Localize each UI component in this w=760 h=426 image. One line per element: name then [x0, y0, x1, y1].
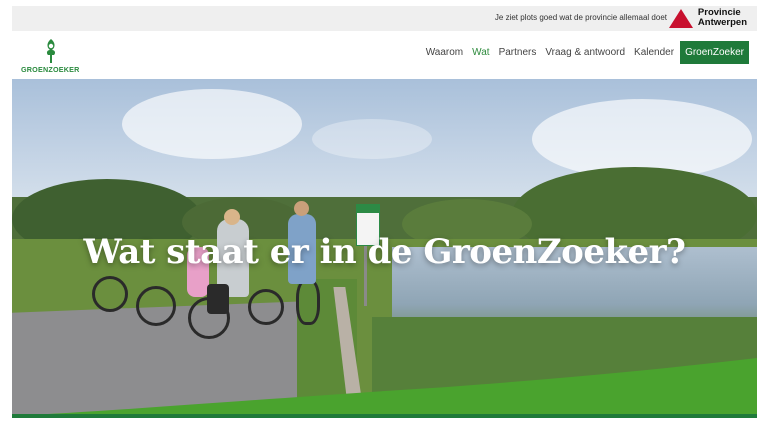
bike-wheel	[92, 276, 128, 312]
province-name-line2: Antwerpen	[697, 17, 747, 28]
bike-wheel	[248, 289, 284, 325]
nav-item-partners[interactable]: Partners	[499, 47, 537, 58]
province-triangle-icon	[668, 8, 693, 28]
groenzoeker-logo[interactable]: GROENZOEKER	[21, 38, 81, 78]
nav-item-waarom[interactable]: Waarom	[426, 47, 463, 58]
cyclist-head	[294, 201, 309, 216]
logo-wordmark: GROENZOEKER	[21, 65, 80, 74]
green-wave-divider	[12, 358, 757, 418]
province-notice: Je ziet plots goed wat de provincie alle…	[494, 13, 667, 22]
cloud-shape	[312, 119, 432, 159]
bike-pannier	[207, 284, 229, 314]
leaf-pin-icon	[46, 39, 56, 63]
nav-item-kalender[interactable]: Kalender	[634, 47, 674, 58]
top-utility-bar: Je ziet plots goed wat de provincie alle…	[12, 6, 757, 31]
nav-menu: Waarom Wat Partners Vraag & antwoord Kal…	[417, 41, 749, 64]
cyclist-head	[224, 209, 240, 225]
sign-header	[357, 205, 379, 213]
hero-title: Wat staat er in de GroenZoeker?	[83, 232, 686, 272]
bike-wheel	[136, 286, 176, 326]
nav-item-wat[interactable]: Wat	[472, 47, 489, 58]
hero-banner: Wat staat er in de GroenZoeker?	[12, 79, 757, 418]
groenzoeker-cta-button[interactable]: GroenZoeker	[680, 41, 749, 64]
main-navigation: GROENZOEKER Waarom Wat Partners Vraag & …	[12, 31, 757, 79]
bike-wheel	[296, 279, 320, 325]
province-name: Provincie Antwerpen	[698, 8, 747, 28]
province-antwerpen-logo[interactable]: Provincie Antwerpen	[668, 8, 747, 28]
page-frame: Je ziet plots goed wat de provincie alle…	[12, 6, 757, 418]
cloud-shape	[122, 89, 302, 159]
nav-item-vraag-antwoord[interactable]: Vraag & antwoord	[545, 47, 625, 58]
